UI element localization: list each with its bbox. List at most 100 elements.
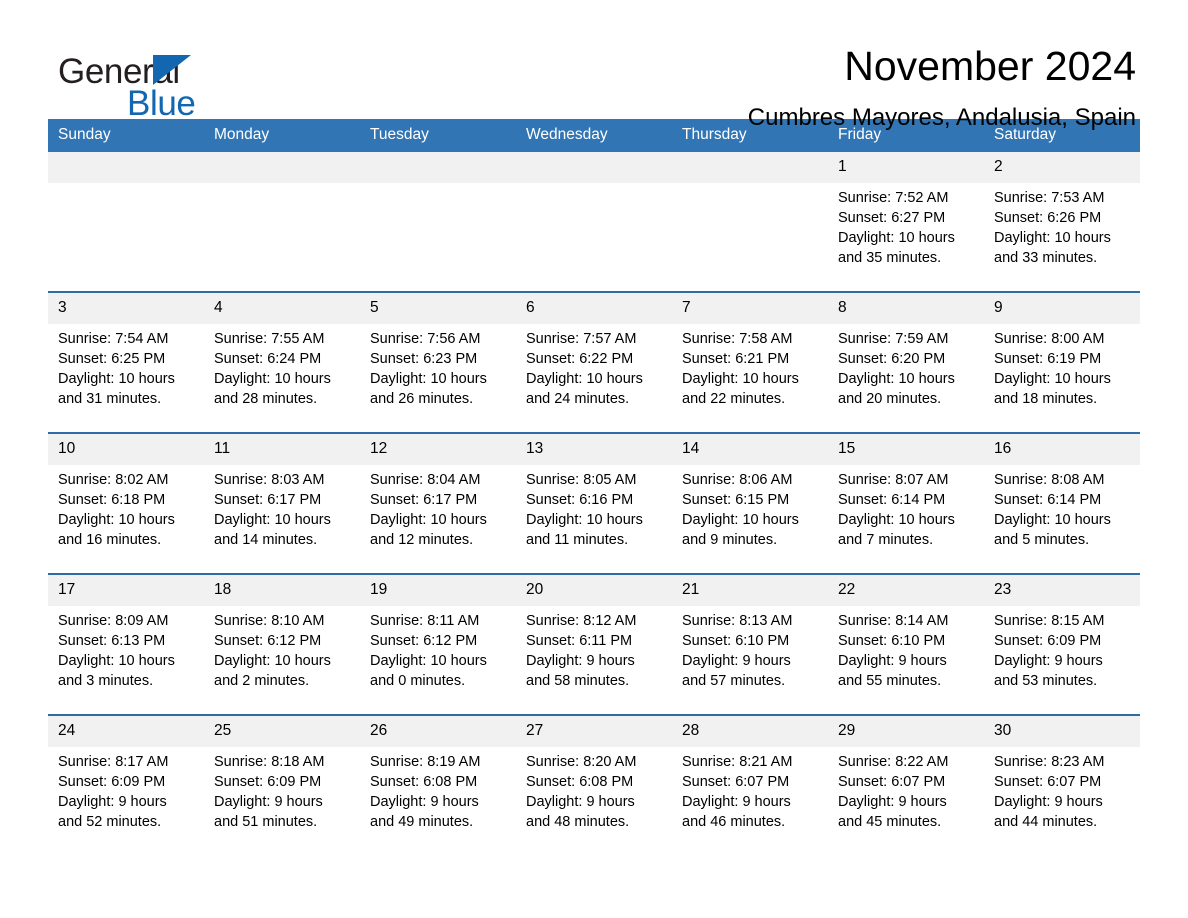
day-number-5[interactable]: 5 [360,293,516,324]
day-info-line: Sunrise: 8:21 AM [682,754,793,770]
day-cell-25[interactable]: Sunrise: 8:18 AM Sunset: 6:09 PM Daylight:… [204,747,360,859]
day-number-24[interactable]: 24 [48,716,204,747]
day-number-29[interactable]: 29 [828,716,984,747]
day-cell-28[interactable]: Sunrise: 8:21 AM Sunset: 6:07 PM Daylight:… [672,747,828,859]
day-info-line: Sunrise: 8:11 AM [370,613,480,629]
day-cell-empty [360,183,516,291]
day-cell-21[interactable]: Sunrise: 8:13 AM Sunset: 6:10 PM Daylight:… [672,606,828,714]
day-cell-4[interactable]: Sunrise: 7:55 AM Sunset: 6:24 PM Daylight:… [204,324,360,432]
day-cell-17[interactable]: Sunrise: 8:09 AM Sunset: 6:13 PM Daylight:… [48,606,204,714]
day-number-1[interactable]: 1 [828,152,984,183]
day-cell-27[interactable]: Sunrise: 8:20 AM Sunset: 6:08 PM Daylight:… [516,747,672,859]
day-info-line: Daylight: 9 hours [682,794,791,810]
day-number-19[interactable]: 19 [360,575,516,606]
weekday-header-friday: Friday [838,126,882,143]
day-info-line: and 7 minutes. [838,532,934,548]
day-cell-15[interactable]: Sunrise: 8:07 AM Sunset: 6:14 PM Daylight:… [828,465,984,573]
day-info-line: and 18 minutes. [994,391,1098,407]
day-info-line: Daylight: 10 hours [214,371,331,387]
day-info-line: Sunset: 6:11 PM [526,633,633,649]
day-number-3[interactable]: 3 [48,293,204,324]
day-cell-11[interactable]: Sunrise: 8:03 AM Sunset: 6:17 PM Daylight:… [204,465,360,573]
day-cell-12[interactable]: Sunrise: 8:04 AM Sunset: 6:17 PM Daylight:… [360,465,516,573]
day-info-line: Sunset: 6:13 PM [58,633,166,649]
day-info-line: and 58 minutes. [526,673,630,689]
day-cell-26[interactable]: Sunrise: 8:19 AM Sunset: 6:08 PM Daylight:… [360,747,516,859]
day-info-line: Daylight: 10 hours [58,653,175,669]
weekday-header-wednesday: Wednesday [526,126,608,143]
day-cell-13[interactable]: Sunrise: 8:05 AM Sunset: 6:16 PM Daylight:… [516,465,672,573]
day-info-line: and 55 minutes. [838,673,942,689]
day-cell-18[interactable]: Sunrise: 8:10 AM Sunset: 6:12 PM Daylight:… [204,606,360,714]
day-number-8[interactable]: 8 [828,293,984,324]
day-number-7[interactable]: 7 [672,293,828,324]
day-number-12[interactable]: 12 [360,434,516,465]
day-info-line: Sunset: 6:07 PM [838,774,946,790]
day-cell-20[interactable]: Sunrise: 8:12 AM Sunset: 6:11 PM Daylight:… [516,606,672,714]
day-number-26[interactable]: 26 [360,716,516,747]
calendar-page: General Blue November 2024 Cumbres Mayor… [0,0,1188,918]
day-number-21[interactable]: 21 [672,575,828,606]
day-cell-16[interactable]: Sunrise: 8:08 AM Sunset: 6:14 PM Daylight:… [984,465,1140,573]
day-number-13[interactable]: 13 [516,434,672,465]
day-info-line: Sunset: 6:09 PM [214,774,322,790]
day-number-23[interactable]: 23 [984,575,1140,606]
day-number-6[interactable]: 6 [516,293,672,324]
day-cell-6[interactable]: Sunrise: 7:57 AM Sunset: 6:22 PM Daylight:… [516,324,672,432]
day-info-line: Sunset: 6:15 PM [682,492,790,508]
logo-triangle-icon [153,55,191,85]
day-number-27[interactable]: 27 [516,716,672,747]
day-cell-5[interactable]: Sunrise: 7:56 AM Sunset: 6:23 PM Daylight:… [360,324,516,432]
day-number-30[interactable]: 30 [984,716,1140,747]
day-cell-19[interactable]: Sunrise: 8:11 AM Sunset: 6:12 PM Daylight:… [360,606,516,714]
day-info-line: Sunrise: 7:58 AM [682,331,793,347]
day-info-line: and 2 minutes. [214,673,310,689]
day-info-line: Sunset: 6:25 PM [58,351,166,367]
day-number-11[interactable]: 11 [204,434,360,465]
day-cell-9[interactable]: Sunrise: 8:00 AM Sunset: 6:19 PM Daylight:… [984,324,1140,432]
day-info-line: and 28 minutes. [214,391,318,407]
day-cell-22[interactable]: Sunrise: 8:14 AM Sunset: 6:10 PM Daylight:… [828,606,984,714]
day-info-line: Sunrise: 7:54 AM [58,331,169,347]
day-cell-14[interactable]: Sunrise: 8:06 AM Sunset: 6:15 PM Daylight:… [672,465,828,573]
day-number-20[interactable]: 20 [516,575,672,606]
day-cell-3[interactable]: Sunrise: 7:54 AM Sunset: 6:25 PM Daylight:… [48,324,204,432]
day-cell-empty [48,183,204,291]
day-info-line: and 33 minutes. [994,250,1098,266]
day-number-25[interactable]: 25 [204,716,360,747]
day-cell-2[interactable]: Sunrise: 7:53 AM Sunset: 6:26 PM Daylight:… [984,183,1140,291]
day-number-14[interactable]: 14 [672,434,828,465]
day-number-18[interactable]: 18 [204,575,360,606]
day-cell-1[interactable]: Sunrise: 7:52 AM Sunset: 6:27 PM Daylight:… [828,183,984,291]
day-cell-30[interactable]: Sunrise: 8:23 AM Sunset: 6:07 PM Daylight:… [984,747,1140,859]
day-info-line: Sunset: 6:10 PM [682,633,790,649]
week-date-band: 10 11 12 13 14 15 16 [48,434,1140,465]
day-info-line: Daylight: 9 hours [682,653,791,669]
day-info-line: and 53 minutes. [994,673,1098,689]
day-number-4[interactable]: 4 [204,293,360,324]
day-info-line: and 51 minutes. [214,814,318,830]
day-info-line: Sunrise: 7:56 AM [370,331,481,347]
day-info-line: and 57 minutes. [682,673,786,689]
day-cell-23[interactable]: Sunrise: 8:15 AM Sunset: 6:09 PM Daylight:… [984,606,1140,714]
day-cell-10[interactable]: Sunrise: 8:02 AM Sunset: 6:18 PM Daylight:… [48,465,204,573]
day-number-17[interactable]: 17 [48,575,204,606]
day-number-22[interactable]: 22 [828,575,984,606]
day-info-line: Sunrise: 8:12 AM [526,613,637,629]
day-info-line: Daylight: 10 hours [994,230,1111,246]
day-cell-8[interactable]: Sunrise: 7:59 AM Sunset: 6:20 PM Daylight:… [828,324,984,432]
day-info-line: Sunset: 6:12 PM [214,633,322,649]
day-info-line: Sunset: 6:08 PM [526,774,634,790]
day-number-28[interactable]: 28 [672,716,828,747]
day-number-10[interactable]: 10 [48,434,204,465]
day-info-line: Daylight: 10 hours [370,371,487,387]
day-cell-24[interactable]: Sunrise: 8:17 AM Sunset: 6:09 PM Daylight:… [48,747,204,859]
day-cell-7[interactable]: Sunrise: 7:58 AM Sunset: 6:21 PM Daylight:… [672,324,828,432]
day-number-2[interactable]: 2 [984,152,1140,183]
day-number-9[interactable]: 9 [984,293,1140,324]
day-info-line: Daylight: 10 hours [526,371,643,387]
day-number-16[interactable]: 16 [984,434,1140,465]
day-cell-29[interactable]: Sunrise: 8:22 AM Sunset: 6:07 PM Daylight:… [828,747,984,859]
day-number-15[interactable]: 15 [828,434,984,465]
day-info-line: and 26 minutes. [370,391,474,407]
